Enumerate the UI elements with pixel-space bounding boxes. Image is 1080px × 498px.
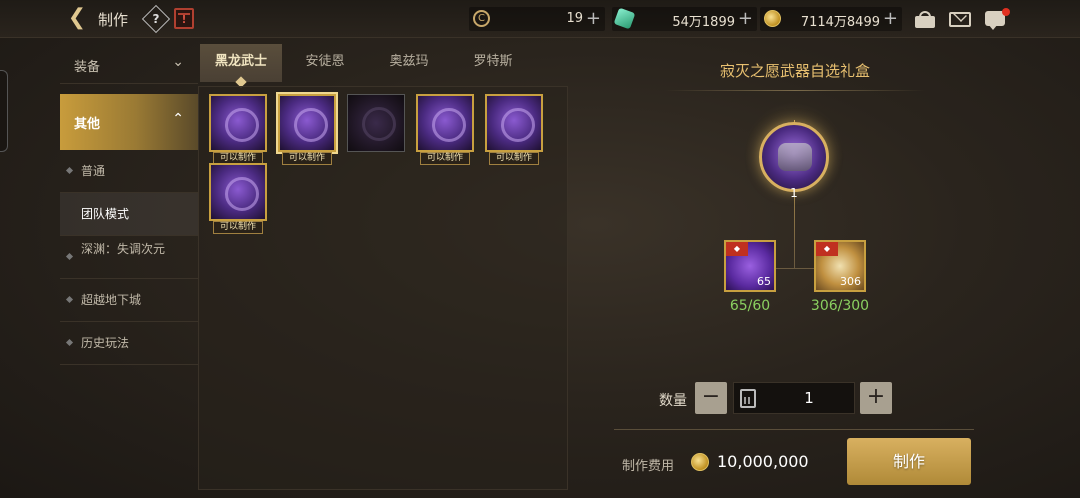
tab-ozma[interactable]: 奥兹玛 [370, 44, 448, 82]
result-item-icon[interactable] [759, 122, 829, 192]
item-slot[interactable] [347, 94, 405, 152]
sidebar-item-history[interactable]: 历史玩法 [60, 322, 198, 365]
tab-anton[interactable]: 安徒恩 [286, 44, 364, 82]
quantity-input[interactable]: 1 [733, 382, 855, 414]
craftable-tag: 可以制作 [213, 221, 263, 234]
gold-coin-icon [764, 10, 781, 27]
item-slot[interactable]: 可以制作 [416, 94, 474, 165]
sidebar-item-normal[interactable]: 普通 [60, 150, 198, 193]
craftable-tag: 可以制作 [420, 152, 470, 165]
material-ratio: 65/60 [729, 298, 771, 314]
result-count: 1 [790, 186, 798, 200]
item-icon [485, 94, 543, 152]
currency-gold: 7114万8499 + [760, 7, 902, 31]
sidebar-category-equipment[interactable]: 装备 ⌄ [60, 44, 198, 84]
add-crystal-button[interactable]: + [738, 8, 753, 29]
sidebar-item-abyss[interactable]: 深渊：失调次元 [60, 236, 198, 279]
tab-rotus[interactable]: 罗特斯 [454, 44, 532, 82]
item-icon [209, 94, 267, 152]
bullet-icon [65, 166, 74, 175]
edge-handle [0, 70, 8, 152]
add-gold-button[interactable]: + [883, 8, 898, 29]
divider [614, 429, 974, 430]
currency-cera: C 19 + [469, 7, 605, 31]
chevron-up-icon: ⌃ [172, 111, 184, 127]
craftable-tag: 可以制作 [282, 152, 332, 165]
quantity-minus-button[interactable]: − [695, 382, 727, 414]
calendar-icon[interactable] [174, 8, 194, 29]
sidebar-item-raid[interactable]: 团队模式 [60, 193, 198, 236]
quantity-plus-button[interactable]: + [860, 382, 892, 414]
material-badge-icon: ◆ [816, 242, 838, 256]
sidebar-item-beyond-dungeon[interactable]: 超越地下城 [60, 279, 198, 322]
mail-icon[interactable] [948, 8, 972, 30]
craftable-tag: 可以制作 [489, 152, 539, 165]
sidebar-category-other[interactable]: 其他 ⌃ [60, 94, 198, 150]
calculator-icon[interactable] [740, 389, 756, 408]
crystal-icon [613, 7, 636, 30]
item-icon [416, 94, 474, 152]
back-arrow-icon[interactable]: ❮ [64, 6, 90, 30]
recipe-title: 寂灭之愿武器自选礼盒 [719, 62, 870, 80]
item-icon [278, 94, 336, 152]
quantity-label: 数量 [659, 393, 687, 409]
material-badge-icon: ◆ [726, 242, 748, 256]
cost-label: 制作费用 [622, 459, 675, 474]
chat-icon[interactable] [984, 8, 1010, 30]
gift-icon[interactable] [913, 8, 937, 30]
item-slot[interactable]: 可以制作 [209, 163, 267, 234]
item-icon [209, 163, 267, 221]
material-slot[interactable]: ◆ 65 [724, 240, 776, 292]
cost-value: 10,000,000 [717, 452, 809, 471]
craft-button[interactable]: 制作 [847, 438, 971, 485]
add-cera-button[interactable]: + [586, 8, 601, 29]
item-slot[interactable]: 可以制作 [485, 94, 543, 165]
bullet-icon [65, 338, 74, 347]
cera-icon: C [473, 10, 490, 27]
help-icon[interactable]: ? [141, 4, 171, 34]
bullet-icon [65, 295, 74, 304]
tab-black-dragon-warrior[interactable]: 黑龙武士 [200, 44, 282, 88]
page-title: 制作 [98, 11, 129, 29]
material-slot[interactable]: ◆ 306 [814, 240, 866, 292]
item-slot[interactable]: 可以制作 [209, 94, 267, 165]
item-grid: 可以制作 可以制作 可以制作 可以制作 可以制作 [198, 86, 568, 490]
chevron-down-icon: ⌄ [172, 54, 184, 70]
gold-coin-icon [691, 453, 709, 471]
bullet-icon [65, 252, 74, 261]
item-icon [347, 94, 405, 152]
currency-crystal: 54万1899 + [612, 7, 757, 31]
top-bar: ❮ 制作 ? C 19 + 54万1899 + 7114万8499 + [0, 0, 1080, 38]
sidebar: 装备 ⌄ 其他 ⌃ 普通 团队模式 深渊：失调次元 超越地下城 历史玩法 [60, 44, 198, 365]
item-slot[interactable]: 可以制作 [278, 94, 336, 165]
material-ratio: 306/300 [810, 298, 870, 314]
tab-bar: 黑龙武士 安徒恩 奥兹玛 罗特斯 [198, 44, 568, 88]
divider [665, 90, 925, 91]
